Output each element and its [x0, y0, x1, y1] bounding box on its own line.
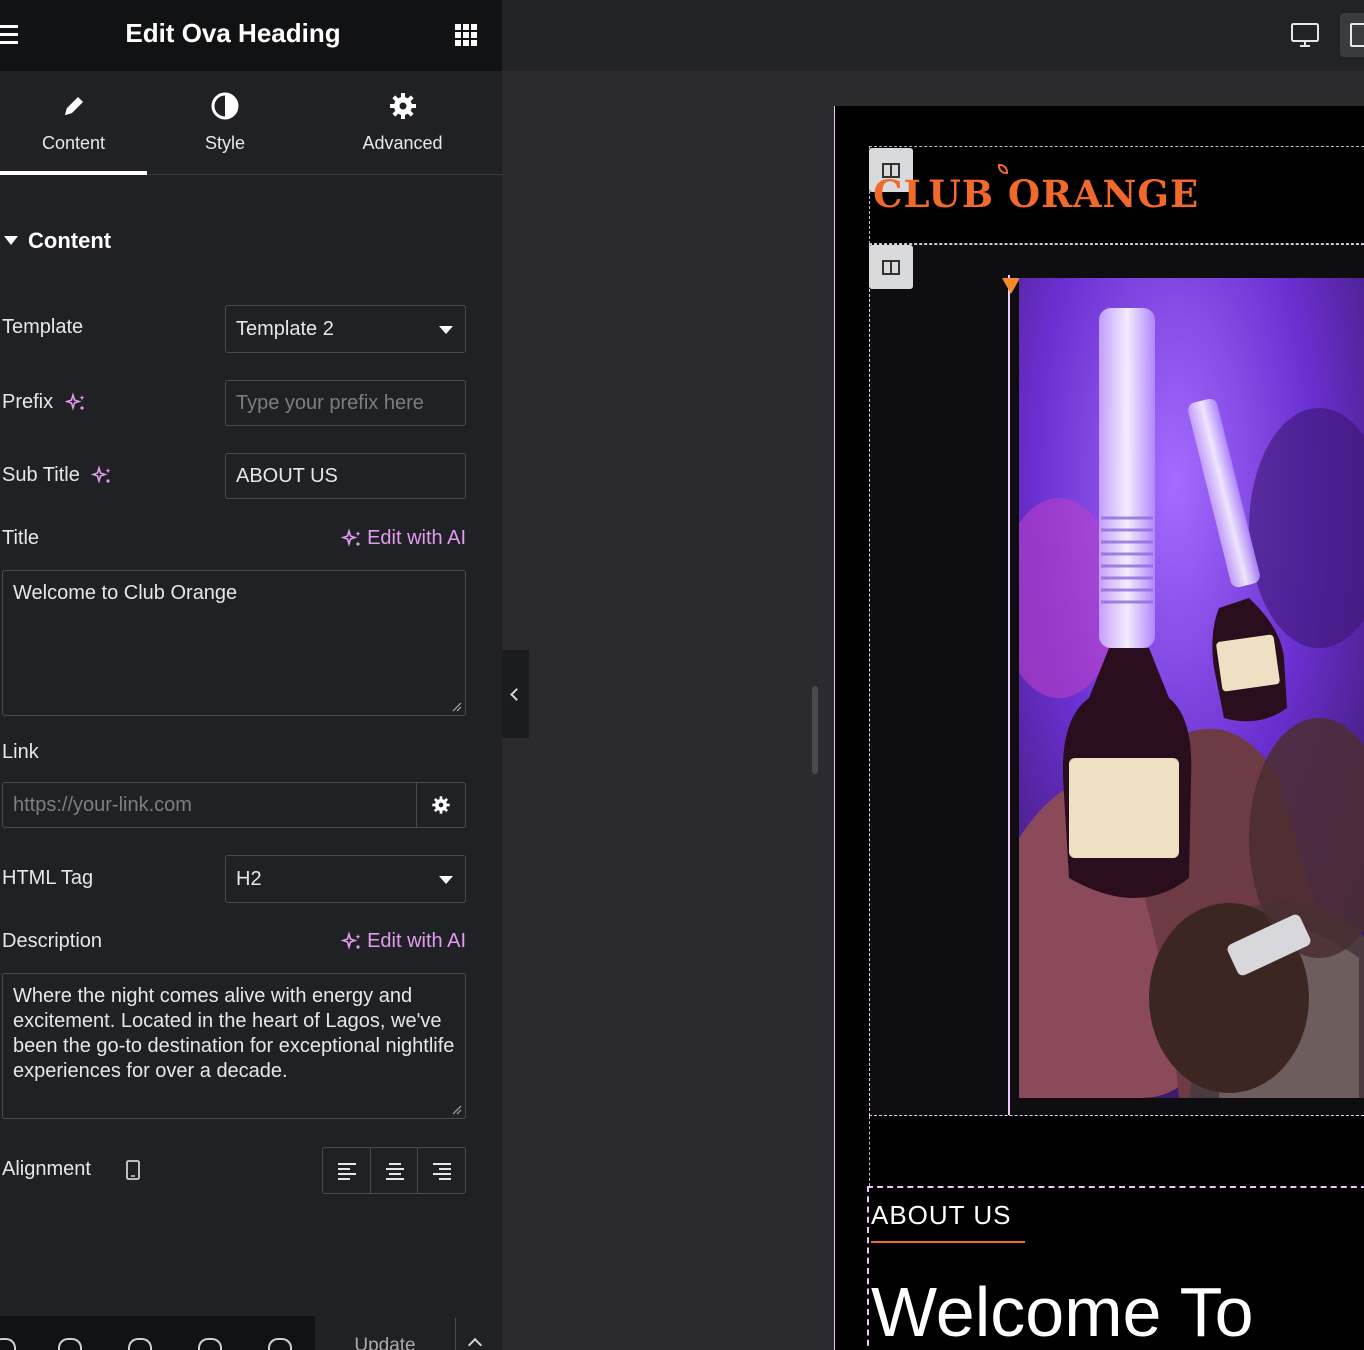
prefix-label-text: Prefix [2, 391, 54, 413]
navigator-icon[interactable] [58, 1338, 82, 1350]
column-outline [1008, 275, 1010, 1115]
subtitle-label-text: Sub Title [2, 464, 80, 486]
panel-title: Edit Ova Heading [125, 18, 341, 48]
history-icon[interactable] [128, 1338, 152, 1350]
chevron-up-icon[interactable] [467, 1337, 483, 1350]
heading-subtitle: ABOUT US [871, 1200, 1012, 1230]
update-button[interactable]: Update [315, 1316, 455, 1350]
html-tag-select-value: H2 [236, 868, 262, 890]
section-title-label: Content [28, 228, 112, 253]
ai-sparkle-icon[interactable] [64, 391, 87, 414]
panel-tabs: Content Style Advanced [0, 71, 502, 175]
pencil-icon [64, 97, 83, 115]
align-left-icon [338, 1163, 356, 1180]
widgets-grid-icon[interactable] [455, 24, 477, 46]
link-label: Link [2, 741, 39, 763]
description-edit-with-ai[interactable]: Edit with AI [340, 930, 466, 953]
edit-with-ai-label: Edit with AI [367, 527, 466, 549]
panel-footer [0, 1316, 315, 1350]
gear-icon [432, 796, 450, 814]
responsive-mobile-icon[interactable] [121, 1159, 147, 1181]
column-marker [1002, 278, 1020, 294]
caret-down-icon [4, 235, 18, 245]
ai-sparkle-icon[interactable] [91, 464, 113, 487]
tab-label: Style [204, 133, 246, 153]
content-section-toggle[interactable]: Content [4, 228, 111, 254]
collapse-panel-button[interactable] [502, 650, 529, 738]
html-tag-select[interactable]: H2 [225, 855, 466, 903]
subtitle-input[interactable]: ABOUT US [225, 453, 466, 499]
subtitle-label: Sub Title [2, 464, 113, 487]
editor-panel: Edit Ova Heading Content Style Advanced … [0, 0, 502, 1350]
panel-header: Edit Ova Heading [0, 0, 502, 71]
alignment-label: Alignment [2, 1158, 147, 1181]
alignment-control [322, 1147, 466, 1194]
align-center-icon [385, 1163, 404, 1180]
container-handle[interactable] [869, 245, 913, 289]
club-orange-logo: CLUB ORANGE [873, 164, 1200, 216]
responsive-mode-icon[interactable] [198, 1338, 222, 1350]
tab-content[interactable]: Content [0, 71, 147, 175]
gear-icon [389, 93, 416, 119]
link-input[interactable]: https://your-link.com [2, 782, 417, 828]
contrast-icon [211, 92, 239, 120]
edit-with-ai-label: Edit with AI [367, 930, 466, 952]
columns-icon [882, 260, 900, 275]
resize-grip-icon[interactable] [452, 702, 462, 712]
prefix-input[interactable]: Type your prefix here [225, 380, 466, 426]
editor-topbar [502, 0, 1364, 71]
desktop-device-icon[interactable] [1291, 22, 1319, 48]
ai-sparkle-icon [340, 527, 361, 547]
footer-divider [455, 1318, 456, 1350]
title-textarea[interactable]: Welcome to Club Orange [2, 570, 466, 716]
template-select[interactable]: Template 2 [225, 305, 466, 353]
align-right-icon [433, 1163, 452, 1180]
tablet-icon [1350, 23, 1364, 47]
title-edit-with-ai[interactable]: Edit with AI [340, 527, 466, 550]
editor-root: Edit Ova Heading Content Style Advanced … [0, 0, 1364, 1350]
align-left-button[interactable] [323, 1148, 371, 1193]
settings-icon[interactable] [0, 1338, 16, 1350]
subtitle-underline [871, 1241, 1025, 1243]
alignment-label-text: Alignment [2, 1158, 91, 1180]
description-textarea-value: Where the night comes alive with energy … [13, 985, 455, 1082]
tab-label: Content [41, 133, 106, 153]
spacer-outline [869, 1116, 871, 1186]
nightclub-photo[interactable] [1019, 278, 1364, 1098]
template-label: Template [2, 316, 84, 338]
link-options-button[interactable] [417, 782, 466, 828]
description-label: Description [2, 930, 103, 952]
canvas-scrollbar[interactable] [812, 686, 818, 774]
tablet-device-button[interactable] [1340, 13, 1364, 57]
align-center-button[interactable] [371, 1148, 419, 1193]
html-tag-label: HTML Tag [2, 867, 94, 889]
preview-canvas: CLUB ORANGE ABOUT US Welcome To [834, 106, 1364, 1350]
description-textarea[interactable]: Where the night comes alive with energy … [2, 973, 466, 1119]
template-select-value: Template 2 [236, 318, 334, 340]
resize-grip-icon[interactable] [452, 1105, 462, 1115]
nightclub-photo-art [1019, 278, 1364, 1098]
prefix-label: Prefix [2, 391, 87, 414]
tab-advanced[interactable]: Advanced [305, 71, 500, 175]
heading-title: Welcome To [871, 1273, 1254, 1350]
align-right-button[interactable] [418, 1148, 465, 1193]
preview-icon[interactable] [268, 1338, 292, 1350]
logo-text: CLUB ORANGE [873, 172, 1200, 216]
title-label: Title [2, 527, 40, 549]
ai-sparkle-icon [340, 930, 361, 950]
tab-style[interactable]: Style [150, 71, 300, 175]
tab-label: Advanced [362, 133, 443, 153]
title-textarea-value: Welcome to Club Orange [13, 582, 238, 604]
